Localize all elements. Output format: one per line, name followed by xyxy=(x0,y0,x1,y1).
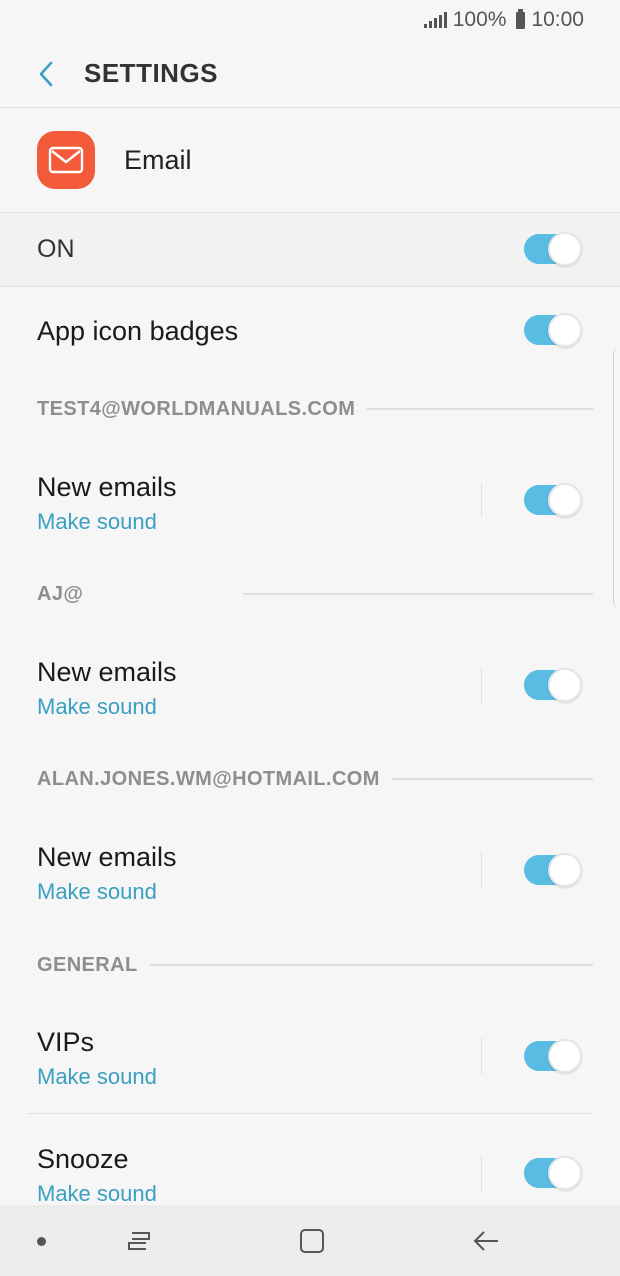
system-back-button[interactable] xyxy=(466,1221,506,1261)
new-emails-toggle-account-1[interactable] xyxy=(524,483,582,517)
new-emails-row-account-2[interactable]: New emails Make sound xyxy=(0,630,620,740)
battery-icon xyxy=(516,8,526,29)
new-emails-toggle-account-3[interactable] xyxy=(524,853,582,887)
status-bar: 100% 10:00 xyxy=(0,0,620,40)
scrollbar[interactable] xyxy=(613,348,620,608)
section-label: AJ@ xyxy=(37,582,84,605)
envelope-icon xyxy=(48,146,84,174)
home-icon xyxy=(300,1229,324,1253)
section-divider xyxy=(149,964,593,966)
battery-percent: 100% xyxy=(452,8,507,31)
chevron-left-icon xyxy=(39,61,53,86)
email-app-icon xyxy=(37,131,95,189)
section-label: GENERAL xyxy=(37,953,138,976)
section-divider xyxy=(391,778,593,780)
app-info-header: Email xyxy=(0,108,620,213)
section-header-account-2: AJ@ xyxy=(37,579,593,609)
section-label: ALAN.JONES.WM@HOTMAIL.COM xyxy=(37,767,380,790)
row-subtitle: Make sound xyxy=(37,509,157,534)
new-emails-toggle-account-2[interactable] xyxy=(524,668,582,702)
master-switch-label: ON xyxy=(37,235,75,263)
row-title: New emails xyxy=(37,842,177,872)
app-icon-badges-label: App icon badges xyxy=(37,316,239,346)
snooze-toggle[interactable] xyxy=(524,1156,582,1190)
recent-apps-icon xyxy=(128,1232,150,1250)
vertical-divider xyxy=(481,1155,482,1191)
clock: 10:00 xyxy=(531,8,584,31)
master-switch-row[interactable]: ON xyxy=(0,213,620,287)
vertical-divider xyxy=(481,852,482,888)
row-subtitle: Make sound xyxy=(37,1181,157,1206)
vertical-divider xyxy=(481,482,482,518)
section-label: TEST4@WORLDMANUALS.COM xyxy=(37,397,356,420)
recent-apps-button[interactable] xyxy=(119,1221,159,1261)
page-title: SETTINGS xyxy=(84,58,219,88)
home-button[interactable] xyxy=(292,1221,332,1261)
vertical-divider xyxy=(481,667,482,703)
row-title: New emails xyxy=(37,657,177,687)
app-icon-badges-toggle[interactable] xyxy=(524,313,582,347)
signal-icon xyxy=(423,12,447,28)
app-bar: SETTINGS xyxy=(0,40,620,108)
vertical-divider xyxy=(481,1038,482,1074)
section-header-account-1: TEST4@WORLDMANUALS.COM xyxy=(37,394,593,424)
navigation-bar xyxy=(0,1205,620,1276)
app-icon-badges-row[interactable]: App icon badges xyxy=(0,287,620,377)
section-header-account-3: ALAN.JONES.WM@HOTMAIL.COM xyxy=(37,764,593,794)
row-title: VIPs xyxy=(37,1027,95,1057)
section-divider xyxy=(367,408,593,410)
row-subtitle: Make sound xyxy=(37,1064,157,1089)
section-header-general: GENERAL xyxy=(37,950,593,980)
row-title: Snooze xyxy=(37,1144,129,1174)
snooze-row[interactable]: Snooze Make sound xyxy=(0,1114,620,1206)
master-toggle[interactable] xyxy=(524,232,582,266)
new-emails-row-account-3[interactable]: New emails Make sound xyxy=(0,815,620,925)
nav-indicator-dot xyxy=(37,1237,46,1246)
app-name: Email xyxy=(124,144,192,175)
row-subtitle: Make sound xyxy=(37,694,157,719)
row-subtitle: Make sound xyxy=(37,879,157,904)
vips-row[interactable]: VIPs Make sound xyxy=(0,1000,620,1112)
new-emails-row-account-1[interactable]: New emails Make sound xyxy=(0,445,620,555)
back-button[interactable] xyxy=(16,44,76,104)
vips-toggle[interactable] xyxy=(524,1039,582,1073)
row-title: New emails xyxy=(37,472,177,502)
section-divider xyxy=(243,593,593,595)
back-icon xyxy=(473,1231,498,1251)
